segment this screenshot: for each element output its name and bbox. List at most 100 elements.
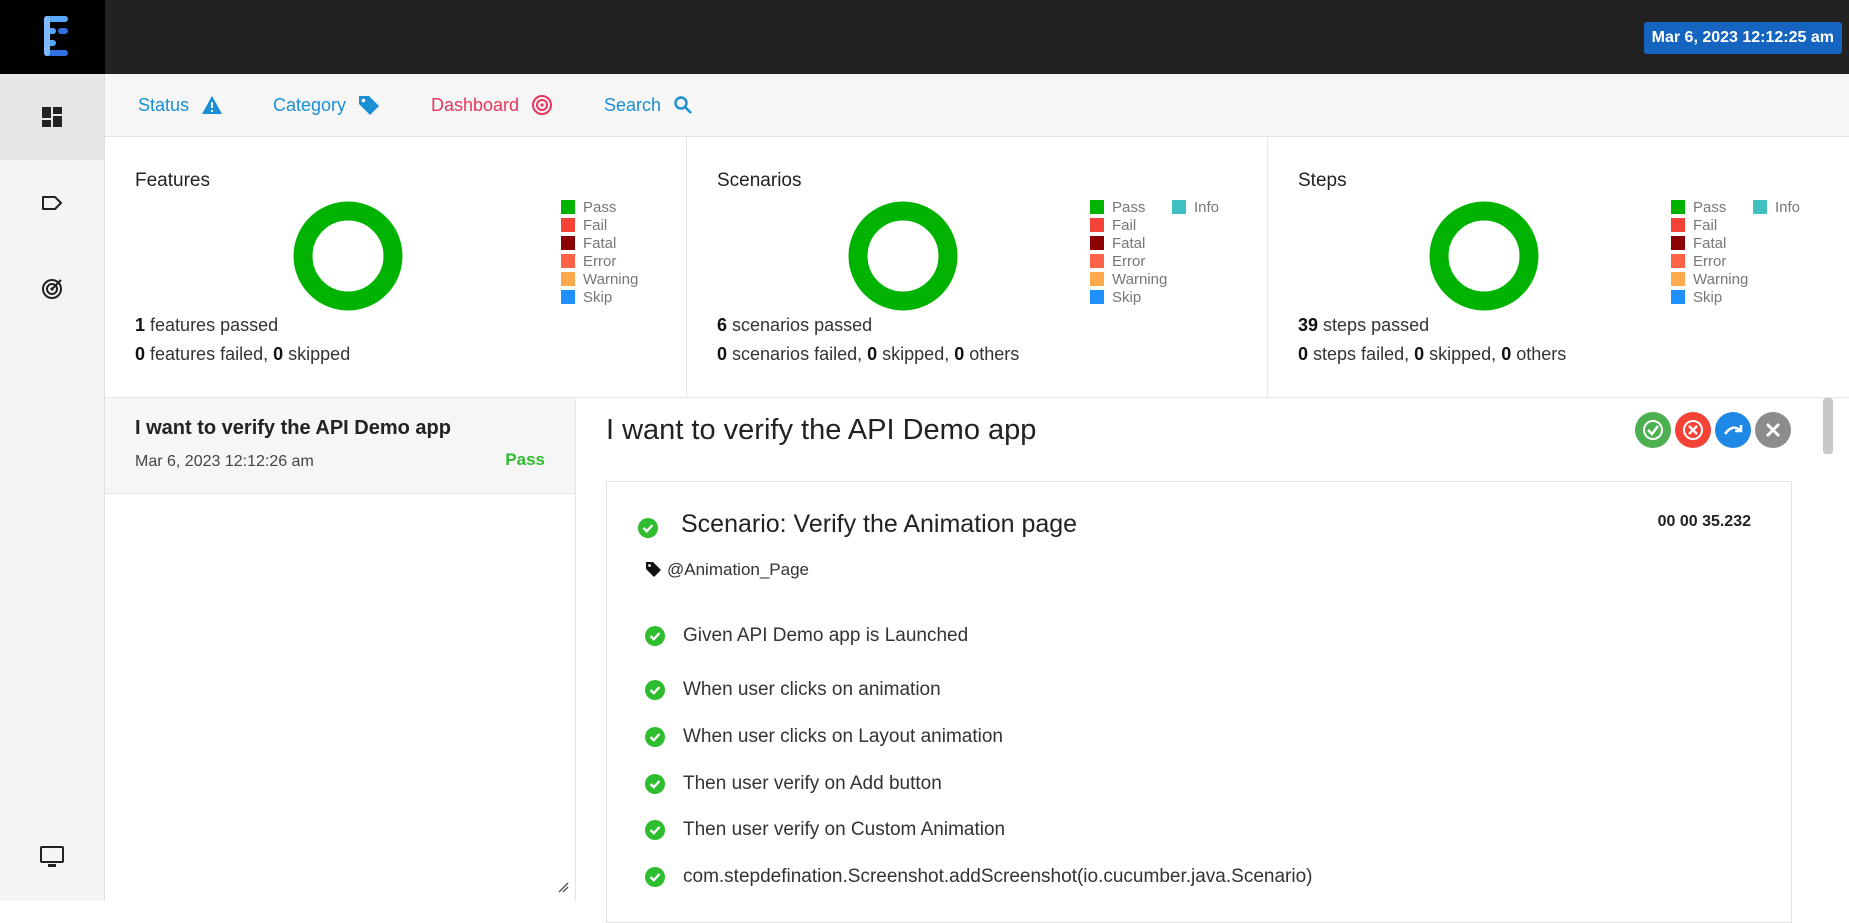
scenarios-passed: 6 scenarios passed <box>717 315 873 335</box>
sidebar <box>0 74 105 901</box>
steps-failed: 0 steps failed, 0 skipped, 0 others <box>1298 344 1567 364</box>
filter-skip-button[interactable] <box>1715 412 1751 448</box>
test-name: I want to verify the API Demo app <box>135 417 451 439</box>
legend-warning: Warning <box>1671 270 1748 288</box>
legend-info: Info <box>1753 198 1800 216</box>
step-text: Given API Demo app is Launched <box>683 625 969 646</box>
step-text: com.stepdefination.Screenshot.addScreens… <box>683 866 1313 887</box>
pass-check-icon <box>645 727 665 747</box>
legend-info: Info <box>1172 198 1219 216</box>
features-passed: 1 features passed <box>135 315 279 335</box>
steps-legend: Pass Fail Fatal Error Warning Skip <box>1671 198 1748 306</box>
test-list: I want to verify the API Demo app Mar 6,… <box>105 398 576 901</box>
monitor-icon <box>40 846 64 867</box>
scenarios-legend: Pass Fail Fatal Error Warning Skip <box>1090 198 1167 306</box>
resize-handle-icon[interactable] <box>557 881 569 893</box>
sidebar-item-dashboard[interactable] <box>0 74 104 160</box>
sidebar-item-dashboard-target[interactable] <box>0 246 104 332</box>
dashboard-icon <box>42 107 62 127</box>
nav-search[interactable]: Search <box>604 74 693 136</box>
sidebar-item-environment[interactable] <box>0 814 104 900</box>
filter-fail-button[interactable] <box>1675 412 1711 448</box>
features-card: Features Pass Fail Fatal Error Warning S… <box>105 137 687 398</box>
detail-title: I want to verify the API Demo app <box>606 414 1037 446</box>
legend-fatal: Fatal <box>561 234 638 252</box>
test-list-item[interactable]: I want to verify the API Demo app Mar 6,… <box>105 398 575 494</box>
nav-dashboard[interactable]: Dashboard <box>431 74 553 136</box>
tag-icon <box>42 196 62 210</box>
clear-filter-button[interactable] <box>1755 412 1791 448</box>
test-time: Mar 6, 2023 12:12:26 am <box>135 453 314 470</box>
features-title: Features <box>135 170 210 191</box>
step-row: Then user verify on Add button <box>645 773 942 795</box>
pass-check-icon <box>645 680 665 700</box>
target-icon <box>532 95 553 115</box>
legend-skip: Skip <box>1671 288 1748 306</box>
steps-donut-chart <box>1429 201 1539 311</box>
search-icon <box>674 96 692 114</box>
step-text: Then user verify on Custom Animation <box>683 819 1006 840</box>
legend-fail: Fail <box>1671 216 1748 234</box>
tag-filled-icon <box>359 96 380 115</box>
pass-check-icon <box>645 774 665 794</box>
step-row: Then user verify on Custom Animation <box>645 819 1006 841</box>
legend-error: Error <box>1090 252 1167 270</box>
legend-warning: Warning <box>1090 270 1167 288</box>
legend-skip: Skip <box>561 288 638 306</box>
legend-error: Error <box>1671 252 1748 270</box>
pass-check-icon <box>645 820 665 840</box>
legend-pass: Pass <box>1671 198 1748 216</box>
scenarios-donut-chart <box>848 201 958 311</box>
legend-fail: Fail <box>1090 216 1167 234</box>
detail-scrollbar[interactable] <box>1823 398 1833 454</box>
nav-status[interactable]: Status <box>138 74 223 136</box>
nav-category-label: Category <box>273 94 347 115</box>
test-detail-panel: I want to verify the API Demo app Scenar… <box>576 398 1826 923</box>
filter-pass-button[interactable] <box>1635 412 1671 448</box>
pass-check-icon <box>638 518 658 538</box>
scenarios-card: Scenarios Pass Fail Fatal Error Warning … <box>687 137 1268 398</box>
legend-warning: Warning <box>561 270 638 288</box>
step-row: com.stepdefination.Screenshot.addScreens… <box>645 866 1313 888</box>
step-text: Then user verify on Add button <box>683 773 942 794</box>
target-icon <box>42 279 62 299</box>
scenarios-title: Scenarios <box>717 170 802 191</box>
nav-search-label: Search <box>604 94 662 115</box>
test-status-badge: Pass <box>505 450 545 469</box>
features-legend: Pass Fail Fatal Error Warning Skip <box>561 198 638 306</box>
scenario-card: Scenario: Verify the Animation page 00 0… <box>606 481 1792 923</box>
step-text: When user clicks on animation <box>683 679 941 700</box>
steps-passed: 39 steps passed <box>1298 315 1430 335</box>
legend-error: Error <box>561 252 638 270</box>
legend-fatal: Fatal <box>1090 234 1167 252</box>
report-date-badge: Mar 6, 2023 12:12:25 am <box>1643 22 1842 54</box>
scenario-title: Scenario: Verify the Animation page <box>681 510 1078 538</box>
features-failed: 0 features failed, 0 skipped <box>135 344 351 364</box>
step-row: Given API Demo app is Launched <box>645 625 969 647</box>
scenario-duration: 00 00 35.232 <box>1657 513 1751 530</box>
nav-status-label: Status <box>138 94 190 115</box>
steps-title: Steps <box>1298 170 1347 191</box>
nav-category[interactable]: Category <box>273 74 380 136</box>
legend-pass: Pass <box>561 198 638 216</box>
nav-dashboard-label: Dashboard <box>431 94 520 115</box>
scenarios-legend-info: Info <box>1172 198 1219 216</box>
pass-check-icon <box>645 626 665 646</box>
legend-fail: Fail <box>561 216 638 234</box>
steps-card: Steps Pass Fail Fatal Error Warning Skip… <box>1268 137 1849 398</box>
step-row: When user clicks on Layout animation <box>645 726 1003 748</box>
logo[interactable] <box>0 0 105 74</box>
close-circle-icon <box>1683 420 1703 440</box>
tag-filled-icon <box>646 562 661 577</box>
close-icon <box>1766 423 1780 437</box>
top-bar: Mar 6, 2023 12:12:25 am <box>0 0 1849 74</box>
steps-legend-info: Info <box>1753 198 1800 216</box>
scenario-tag[interactable]: @Animation_Page <box>667 560 809 580</box>
legend-pass: Pass <box>1090 198 1167 216</box>
warning-icon <box>202 96 223 114</box>
step-row: When user clicks on animation <box>645 679 941 701</box>
features-donut-chart <box>293 201 403 311</box>
pass-check-icon <box>645 867 665 887</box>
sidebar-item-tags[interactable] <box>0 160 104 246</box>
legend-fatal: Fatal <box>1671 234 1748 252</box>
